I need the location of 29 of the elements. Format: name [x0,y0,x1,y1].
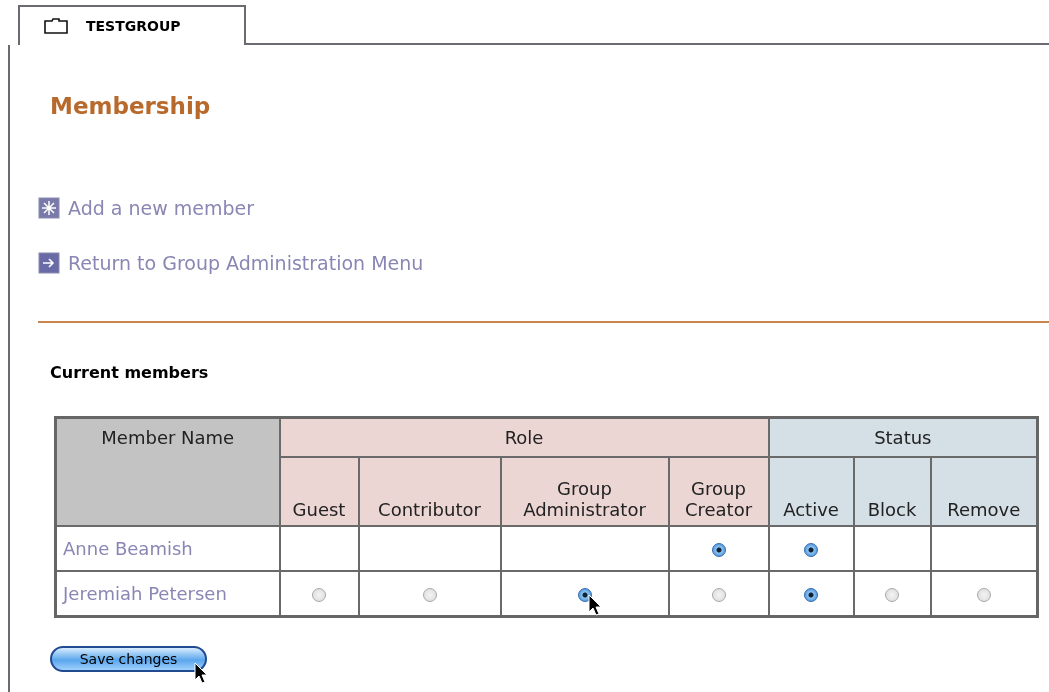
mouse-pointer-icon [194,662,208,684]
radio-button[interactable] [577,588,592,602]
radio-button[interactable] [711,588,726,602]
radio-button[interactable] [976,588,991,602]
save-button[interactable]: Save changes [50,646,207,672]
member-name: Anne Beamish [55,526,280,571]
folder-icon [44,18,68,34]
column-header: Guest [279,457,359,526]
radio-button[interactable] [804,588,819,602]
section-title: Current members [50,363,209,382]
arrow-right-icon [38,252,60,274]
page-heading: Membership [50,92,211,121]
column-header: Active [768,457,854,526]
radio-button[interactable] [885,588,900,602]
column-header: Member Name [55,417,280,526]
column-header: Remove [930,457,1038,526]
column-header: Block [853,457,931,526]
column-header: Contributor [358,457,501,526]
group-header: Status [768,417,1038,457]
radio-button[interactable] [711,543,726,557]
group-tab[interactable]: TESTGROUP [18,5,246,45]
add-member-icon [38,197,60,219]
column-header: Group Administrator [500,457,669,526]
column-header: Group Creator [668,457,769,526]
radio-button[interactable] [804,543,819,557]
mouse-pointer-icon [587,594,602,616]
group-header: Role [279,417,769,457]
radio-button[interactable] [422,588,437,602]
radio-button[interactable] [312,588,326,602]
